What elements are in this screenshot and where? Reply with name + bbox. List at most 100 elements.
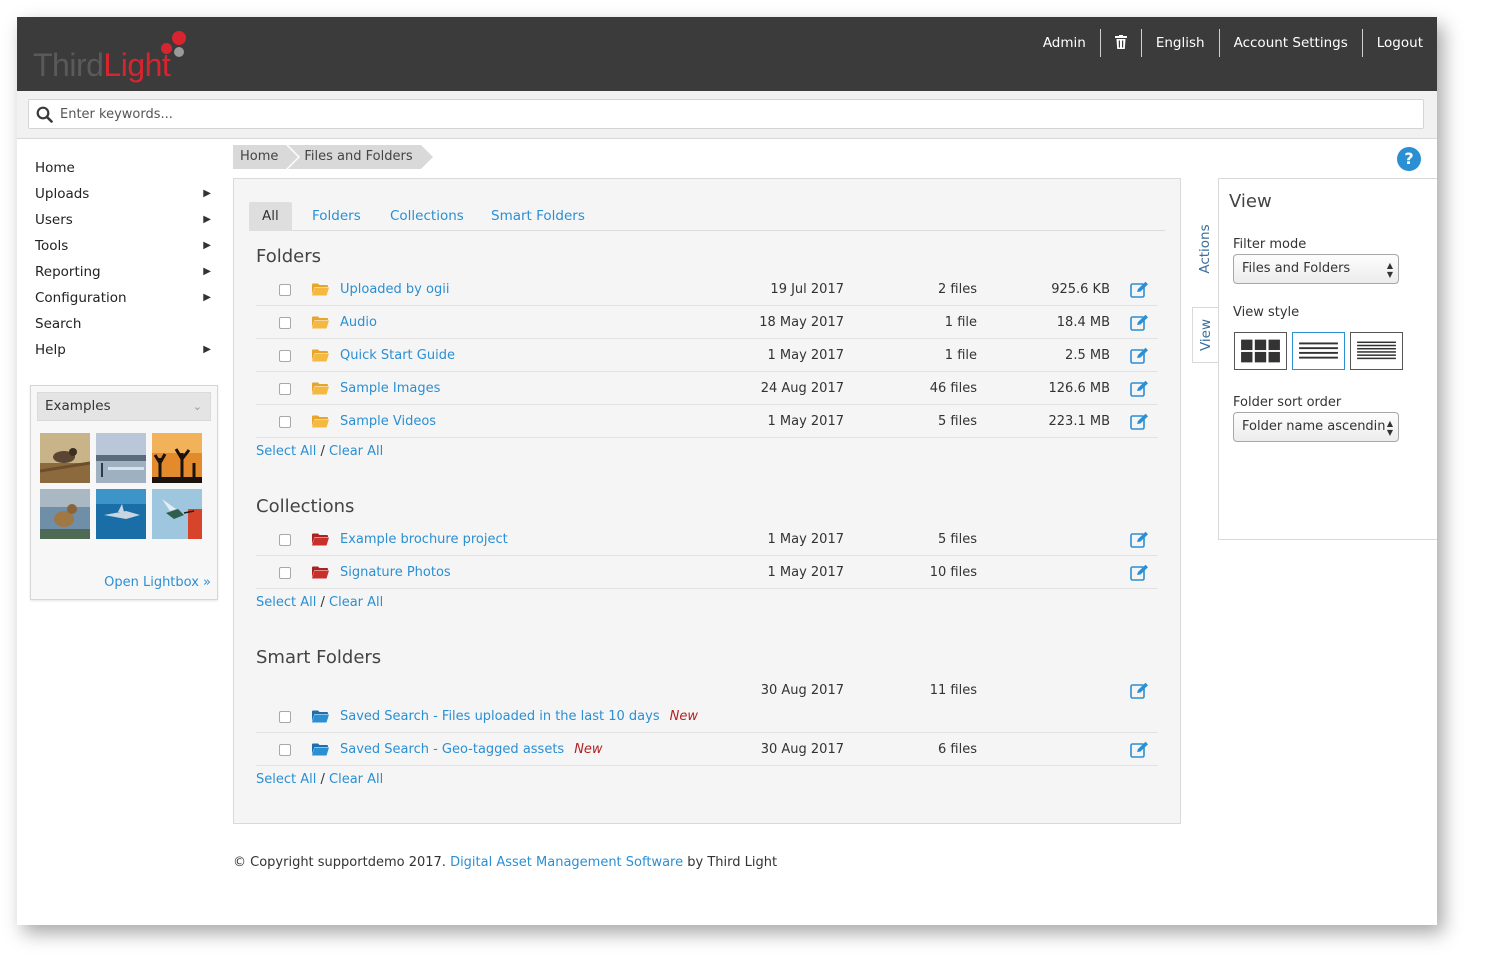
nav-uploads[interactable]: Uploads ▶ (35, 181, 215, 207)
content-panel: All Folders Collections Smart Folders Fo… (233, 178, 1181, 824)
nav-reporting[interactable]: Reporting ▶ (35, 259, 215, 285)
edit-icon[interactable] (1130, 564, 1149, 581)
logout-link[interactable]: Logout (1361, 29, 1437, 57)
footer-suffix: by Third Light (687, 855, 778, 870)
clear-all-link[interactable]: Clear All (329, 772, 383, 787)
nav-configuration[interactable]: Configuration ▶ (35, 285, 215, 311)
smart-folder-name-link[interactable]: Saved Search - Files uploaded in the las… (340, 700, 698, 733)
row-checkbox[interactable] (279, 416, 291, 428)
folder-sort-order-select[interactable]: Folder name ascendin ▲ ▼ (1233, 412, 1399, 442)
third-light-logo[interactable]: ThirdLight (33, 27, 193, 83)
submenu-arrow-icon: ▶ (203, 266, 211, 277)
trash-button[interactable] (1099, 29, 1141, 57)
thumbnail-bird[interactable] (40, 433, 90, 483)
nav-home[interactable]: Home (35, 155, 215, 181)
tab-view[interactable]: View (1192, 307, 1218, 363)
nav-help[interactable]: Help ▶ (35, 337, 215, 363)
new-badge: New (574, 742, 603, 757)
row-file-count: 11 files (929, 683, 977, 698)
compact-list-view-icon[interactable] (1350, 332, 1403, 370)
tab-all[interactable]: All (249, 202, 292, 231)
nav-search[interactable]: Search (35, 311, 215, 337)
row-file-count: 46 files (929, 381, 977, 396)
row-checkbox[interactable] (279, 711, 291, 723)
tab-folders[interactable]: Folders (312, 202, 361, 231)
folder-name-link[interactable]: Audio (340, 306, 377, 339)
thumbnail-lake[interactable] (96, 433, 146, 483)
row-checkbox[interactable] (279, 317, 291, 329)
row-file-count: 6 files (938, 742, 977, 757)
row-file-count: 5 files (938, 532, 977, 547)
dam-software-link[interactable]: Digital Asset Management Software (450, 855, 683, 870)
submenu-arrow-icon: ▶ (203, 292, 211, 303)
smart-folders-select-controls: Select All / Clear All (256, 772, 384, 787)
row-size: 126.6 MB (1048, 381, 1110, 396)
edit-icon[interactable] (1130, 314, 1149, 331)
folder-icon (312, 382, 329, 395)
nav-tools[interactable]: Tools ▶ (35, 233, 215, 259)
clear-all-link[interactable]: Clear All (329, 595, 383, 610)
thumbnail-dog[interactable] (40, 489, 90, 539)
nav-users[interactable]: Users ▶ (35, 207, 215, 233)
smart-folder-name-link[interactable]: Saved Search - Geo-tagged assets New (340, 733, 603, 766)
trash-icon (1114, 35, 1127, 49)
new-badge: New (669, 709, 698, 724)
search-input[interactable] (60, 100, 1360, 128)
row-checkbox[interactable] (279, 383, 291, 395)
language-selector[interactable]: English (1140, 29, 1219, 57)
row-checkbox[interactable] (279, 534, 291, 546)
grid-view-icon[interactable] (1234, 332, 1287, 370)
open-lightbox-link[interactable]: Open Lightbox » (104, 575, 211, 590)
tab-actions[interactable]: Actions (1192, 205, 1218, 293)
admin-link[interactable]: Admin (1029, 29, 1100, 57)
edit-icon[interactable] (1130, 380, 1149, 397)
edit-icon[interactable] (1130, 531, 1149, 548)
folder-name-link[interactable]: Uploaded by ogii (340, 273, 449, 306)
row-size: 18.4 MB (1056, 315, 1110, 330)
row-checkbox[interactable] (279, 284, 291, 296)
collection-row: Example brochure project 1 May 2017 5 fi… (256, 523, 1158, 556)
row-checkbox[interactable] (279, 567, 291, 579)
account-settings-link[interactable]: Account Settings (1218, 29, 1362, 57)
smart-folders-heading: Smart Folders (256, 647, 382, 668)
edit-icon[interactable] (1130, 741, 1149, 758)
search-icon (36, 106, 53, 123)
select-all-link[interactable]: Select All (256, 772, 316, 787)
help-icon[interactable]: ? (1397, 147, 1421, 171)
clear-all-link[interactable]: Clear All (329, 444, 383, 459)
collection-name-link[interactable]: Example brochure project (340, 523, 508, 556)
select-all-link[interactable]: Select All (256, 444, 316, 459)
thumbnail-hummingbird[interactable] (152, 489, 202, 539)
search-box (28, 99, 1424, 129)
folder-name-link[interactable]: Sample Videos (340, 405, 436, 438)
edit-icon[interactable] (1130, 347, 1149, 364)
collection-folder-icon (312, 566, 329, 579)
collection-name-link[interactable]: Signature Photos (340, 556, 451, 589)
top-nav: Admin English Account Settings Logout (1029, 29, 1437, 57)
folder-icon (312, 349, 329, 362)
collections-heading: Collections (256, 496, 355, 517)
row-checkbox[interactable] (279, 350, 291, 362)
folder-name-link[interactable]: Quick Start Guide (340, 339, 455, 372)
edit-icon[interactable] (1130, 281, 1149, 298)
breadcrumb-home[interactable]: Home (233, 145, 299, 169)
filter-mode-select[interactable]: Files and Folders ▲ ▼ (1233, 254, 1399, 284)
collection-folder-icon (312, 533, 329, 546)
smart-folder-row: Saved Search - Geo-tagged assets New 30 A… (256, 733, 1158, 766)
folder-name-link[interactable]: Sample Images (340, 372, 440, 405)
lightbox-selector[interactable]: Examples ⌄ (37, 392, 211, 421)
thumbnail-sunset[interactable] (152, 433, 202, 483)
list-view-icon[interactable] (1292, 332, 1345, 370)
row-checkbox[interactable] (279, 744, 291, 756)
folder-icon (312, 283, 329, 296)
lightbox-panel: Examples ⌄ Open Lightbox » (30, 385, 218, 600)
tab-smart-folders[interactable]: Smart Folders (491, 202, 585, 231)
select-all-link[interactable]: Select All (256, 595, 316, 610)
folder-sort-order-label: Folder sort order (1233, 395, 1342, 410)
thumbnail-shark[interactable] (96, 489, 146, 539)
breadcrumb-files-and-folders: Files and Folders (288, 145, 433, 169)
edit-icon[interactable] (1130, 413, 1149, 430)
tab-collections[interactable]: Collections (390, 202, 464, 231)
edit-icon[interactable] (1130, 682, 1149, 699)
select-arrows-icon: ▲ ▼ (1386, 261, 1393, 279)
